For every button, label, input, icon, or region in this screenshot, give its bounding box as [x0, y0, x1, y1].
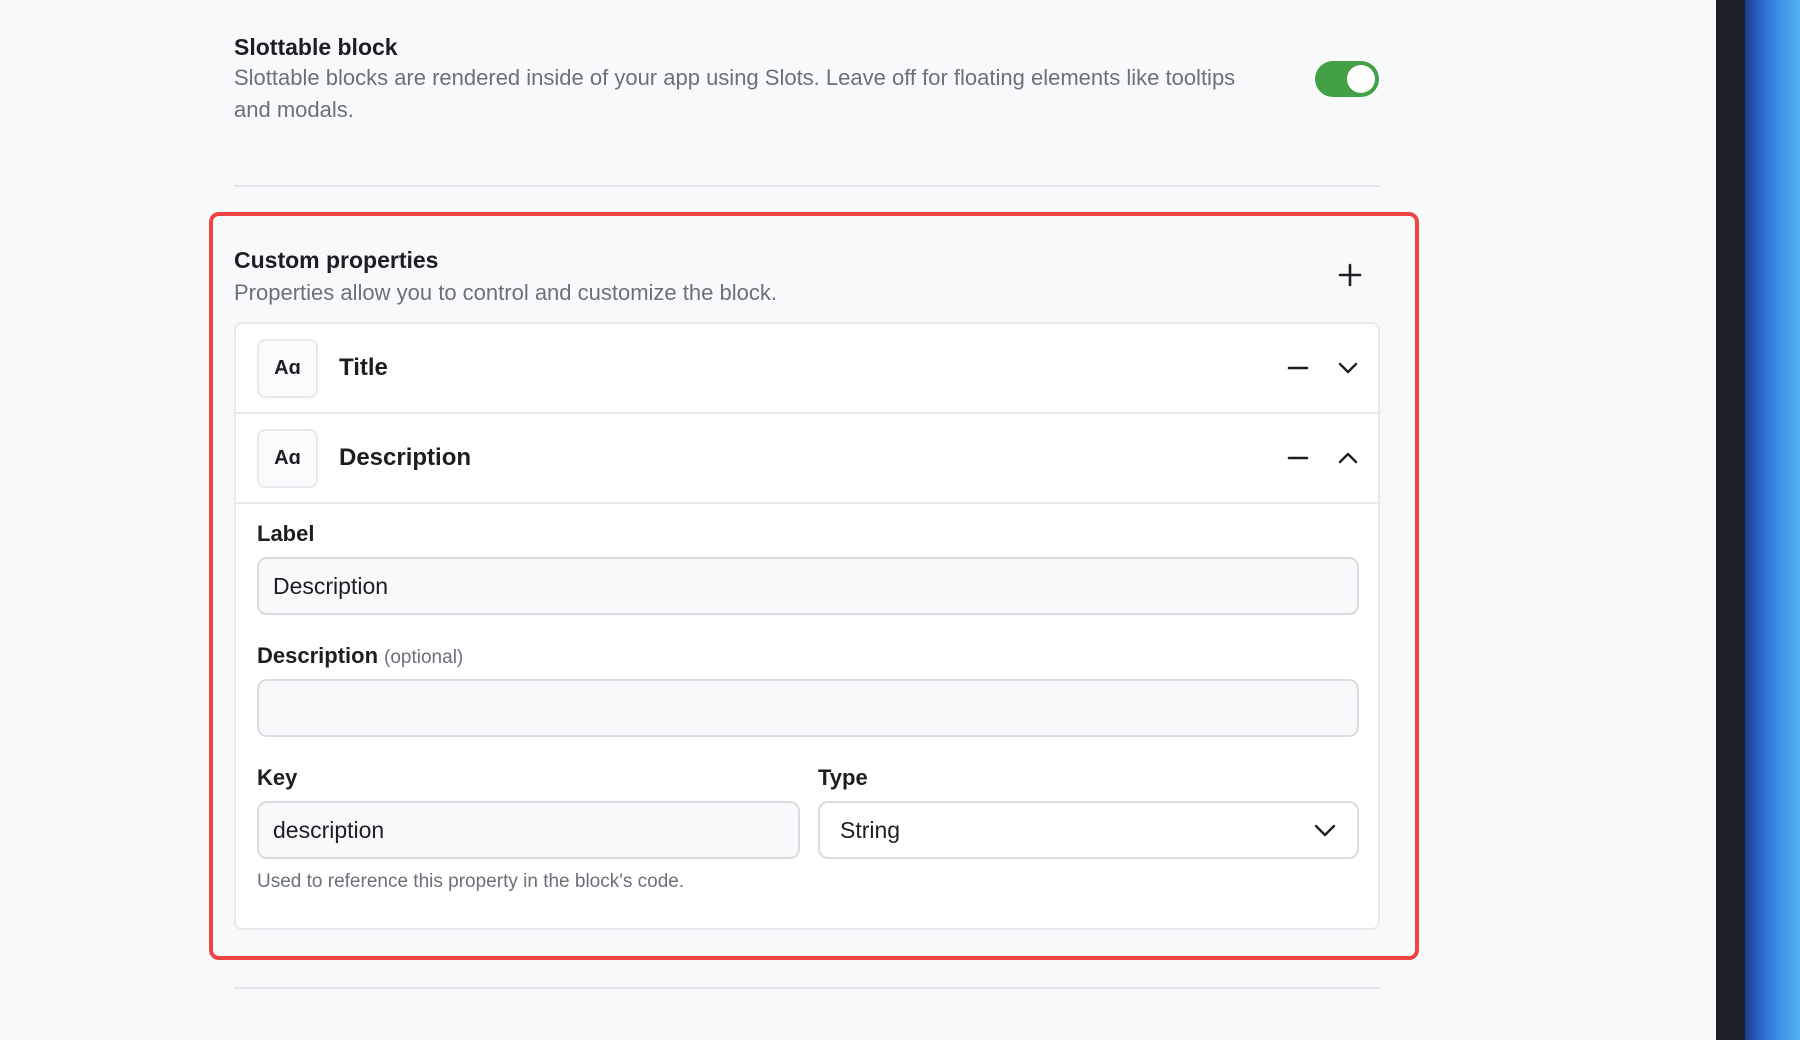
chevron-down-icon	[1314, 824, 1336, 837]
key-helper-text: Used to reference this property in the b…	[257, 871, 685, 892]
desktop-background	[1745, 0, 1800, 1040]
type-select[interactable]: String	[818, 801, 1359, 859]
slottable-title: Slottable block	[234, 34, 398, 60]
collapse-property-button[interactable]	[1330, 440, 1366, 476]
settings-page: Slottable block Slottable blocks are ren…	[0, 0, 1716, 1040]
property-name: Title	[339, 354, 388, 381]
type-select-value: String	[840, 816, 901, 843]
key-input[interactable]	[257, 801, 800, 859]
slottable-block-setting: Slottable block Slottable blocks are ren…	[234, 30, 1380, 126]
property-row-description[interactable]: Aɑ Description	[236, 414, 1378, 504]
minus-icon	[1287, 456, 1309, 460]
custom-properties-description: Properties allow you to control and cust…	[234, 280, 777, 305]
add-property-button[interactable]	[1332, 257, 1368, 293]
custom-properties-title: Custom properties	[234, 247, 439, 273]
optional-hint: (optional)	[384, 647, 464, 668]
description-input[interactable]	[257, 679, 1359, 737]
remove-property-button[interactable]	[1280, 350, 1316, 386]
label-input[interactable]	[257, 557, 1359, 615]
chevron-down-icon	[1338, 362, 1358, 374]
remove-property-button[interactable]	[1280, 440, 1316, 476]
description-field-label: Description (optional)	[257, 641, 463, 673]
toggle-knob	[1347, 65, 1375, 93]
description-label-text: Description	[257, 643, 379, 668]
key-field-label: Key	[257, 765, 298, 790]
slottable-description: Slottable blocks are rendered inside of …	[234, 65, 1236, 122]
type-field-label: Type	[818, 765, 868, 790]
slottable-toggle[interactable]	[1315, 61, 1379, 97]
property-row-title[interactable]: Aɑ Title	[236, 324, 1378, 414]
property-name: Description	[339, 444, 472, 471]
text-type-icon: Aɑ	[257, 339, 318, 398]
properties-list: Aɑ Title Aɑ Description Label Descriptio…	[234, 322, 1380, 930]
section-divider-bottom	[234, 987, 1380, 989]
expand-property-button[interactable]	[1330, 350, 1366, 386]
chevron-up-icon	[1338, 452, 1358, 464]
minus-icon	[1287, 366, 1309, 370]
section-divider-top	[234, 185, 1380, 187]
label-field-label: Label	[257, 521, 315, 546]
text-type-icon: Aɑ	[257, 429, 318, 488]
plus-icon	[1338, 263, 1362, 287]
window-edge	[1716, 0, 1745, 1040]
custom-properties-header: Custom properties Properties allow you t…	[234, 243, 1380, 309]
